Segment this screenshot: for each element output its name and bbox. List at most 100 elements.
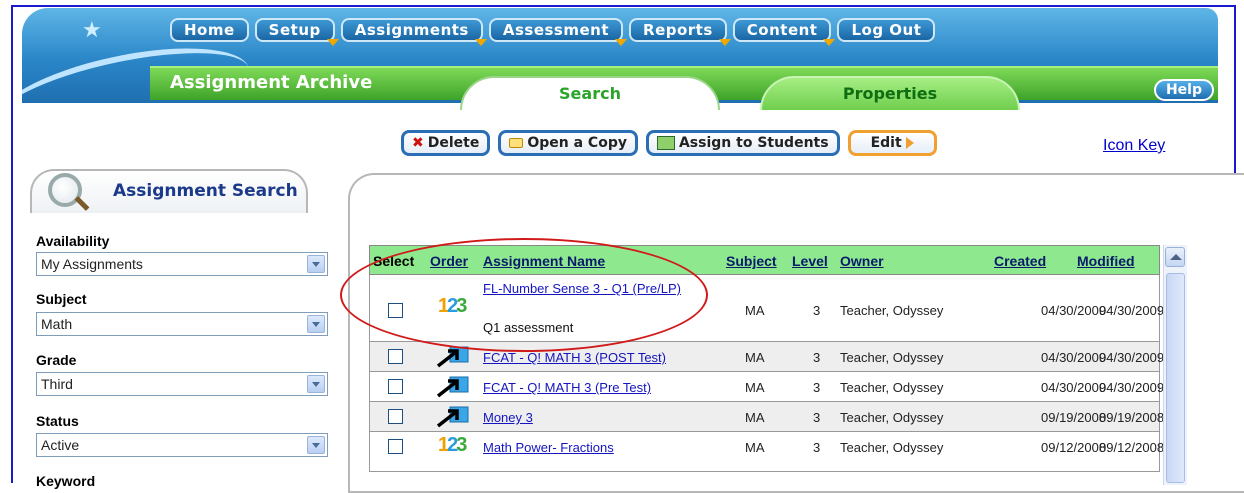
cell-subject: MA <box>745 410 765 425</box>
assignment-link[interactable]: FCAT - Q! MATH 3 (Pre Test) <box>483 380 651 395</box>
status-label: Status <box>36 413 79 429</box>
chevron-down-icon <box>307 255 325 273</box>
grade-select[interactable]: Third <box>36 372 328 396</box>
nav-setup[interactable]: Setup <box>254 18 339 46</box>
annotation-circle <box>340 238 708 352</box>
arrow-icon <box>436 346 469 368</box>
col-subject[interactable]: Subject <box>726 253 777 269</box>
assignment-link[interactable]: Money 3 <box>483 410 533 425</box>
select-value: Active <box>41 437 80 453</box>
edit-button[interactable]: Edit <box>847 130 937 156</box>
assignment-link[interactable]: Math Power- Fractions <box>483 440 614 455</box>
folder-icon <box>509 138 524 148</box>
nav-label: Setup <box>268 21 321 39</box>
table-row: Money 3 MA 3 Teacher, Odyssey 09/19/2008… <box>369 402 1164 432</box>
star-icon: ★ <box>82 18 102 43</box>
search-filters: Availability My Assignments Subject Math… <box>30 213 330 489</box>
cell-modified: 09/19/2008 <box>1099 410 1165 425</box>
play-arrow-icon <box>905 137 914 149</box>
arrow-icon <box>436 406 469 428</box>
cell-subject: MA <box>745 350 765 365</box>
keyword-label: Keyword <box>36 473 96 489</box>
subject-select[interactable]: Math <box>36 312 328 336</box>
tab-search[interactable]: Search <box>460 76 720 110</box>
button-label: Open a Copy <box>527 135 627 151</box>
col-level[interactable]: Level <box>792 253 828 269</box>
nav-label: Log Out <box>851 21 922 39</box>
table-row: FCAT - Q! MATH 3 (Pre Test) MA 3 Teacher… <box>369 372 1164 402</box>
row-checkbox[interactable] <box>388 439 403 454</box>
assign-icon <box>656 136 675 150</box>
cell-created: 09/19/2008 <box>1041 410 1107 425</box>
nav-content[interactable]: Content <box>732 18 836 46</box>
cell-created: 04/30/2009 <box>1041 380 1107 395</box>
col-owner[interactable]: Owner <box>840 253 884 269</box>
availability-select[interactable]: My Assignments <box>36 252 328 276</box>
scroll-thumb[interactable] <box>1166 273 1185 483</box>
row-checkbox[interactable] <box>388 409 403 424</box>
cell-level: 3 <box>813 380 821 395</box>
nav-label: Home <box>184 21 235 39</box>
cell-level: 3 <box>813 410 821 425</box>
delete-x-icon: ✖ <box>412 135 424 151</box>
status-select[interactable]: Active <box>36 433 328 457</box>
row-checkbox[interactable] <box>388 379 403 394</box>
assign-students-button[interactable]: Assign to Students <box>645 130 840 156</box>
chevron-down-icon <box>307 315 325 333</box>
cell-subject: MA <box>745 380 765 395</box>
cell-modified: 04/30/2009 <box>1099 303 1165 318</box>
subject-label: Subject <box>36 291 87 307</box>
chevron-down-icon <box>307 375 325 393</box>
nav-label: Content <box>746 21 818 39</box>
nav-label: Assignments <box>354 21 469 39</box>
cell-level: 3 <box>813 350 821 365</box>
grade-label: Grade <box>36 352 77 368</box>
chevron-down-icon <box>307 436 325 454</box>
arrow-icon <box>436 376 469 398</box>
dropdown-arrow-icon <box>474 39 487 46</box>
button-label: Edit <box>870 135 902 151</box>
help-button[interactable]: Help <box>1153 79 1214 101</box>
123-icon: 123 <box>438 434 467 456</box>
cell-subject: MA <box>745 303 765 318</box>
tab-properties[interactable]: Properties <box>760 76 1020 110</box>
cell-modified: 04/30/2009 <box>1099 350 1165 365</box>
action-toolbar: ✖ Delete Open a Copy Assign to Students E… <box>401 130 937 156</box>
col-created[interactable]: Created <box>994 253 1046 269</box>
row-checkbox[interactable] <box>388 349 403 364</box>
cell-modified: 09/12/2008 <box>1099 440 1165 455</box>
cell-owner: Teacher, Odyssey <box>840 410 944 425</box>
nav-reports[interactable]: Reports <box>629 18 731 46</box>
nav-logout[interactable]: Log Out <box>837 18 936 42</box>
main-nav: Home Setup Assignments Assessment Report… <box>170 18 941 46</box>
page-title: Assignment Archive <box>170 72 373 93</box>
search-panel-title: Assignment Search <box>113 181 298 201</box>
cell-created: 09/12/2008 <box>1041 440 1107 455</box>
cell-level: 3 <box>813 440 821 455</box>
dropdown-arrow-icon <box>718 39 731 46</box>
cell-created: 04/30/2009 <box>1041 303 1107 318</box>
col-modified[interactable]: Modified <box>1077 253 1135 269</box>
icon-key-link[interactable]: Icon Key <box>1103 137 1165 155</box>
assignment-link[interactable]: FCAT - Q! MATH 3 (POST Test) <box>483 350 666 365</box>
magnifier-handle <box>74 196 90 211</box>
cell-level: 3 <box>813 303 821 318</box>
open-copy-button[interactable]: Open a Copy <box>498 130 638 156</box>
scroll-up-button[interactable] <box>1165 247 1185 267</box>
nav-label: Reports <box>643 21 713 39</box>
cell-subject: MA <box>745 440 765 455</box>
cell-created: 04/30/2009 <box>1041 350 1107 365</box>
delete-button[interactable]: ✖ Delete <box>401 130 491 156</box>
button-label: Assign to Students <box>678 135 829 151</box>
cell-owner: Teacher, Odyssey <box>840 303 944 318</box>
nav-home[interactable]: Home <box>170 18 249 42</box>
select-value: Math <box>41 316 73 332</box>
nav-assignments[interactable]: Assignments <box>340 18 487 46</box>
cell-modified: 04/30/2009 <box>1099 380 1165 395</box>
button-label: Delete <box>427 135 480 151</box>
nav-assessment[interactable]: Assessment <box>488 18 628 46</box>
vertical-scrollbar[interactable] <box>1163 245 1187 485</box>
select-value: My Assignments <box>41 256 143 272</box>
select-value: Third <box>41 376 73 392</box>
cell-owner: Teacher, Odyssey <box>840 350 944 365</box>
